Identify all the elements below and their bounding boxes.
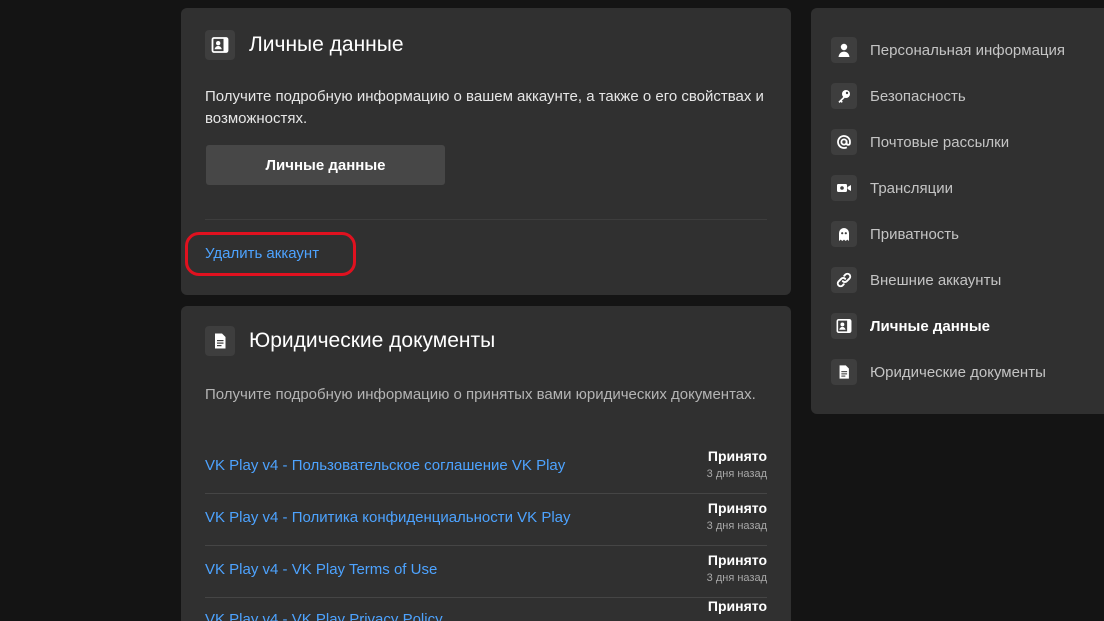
- document-link[interactable]: VK Play v4 - Пользовательское соглашение…: [205, 457, 565, 474]
- contact-card-icon: [831, 313, 857, 339]
- sidebar-item-label: Внешние аккаунты: [870, 271, 1002, 289]
- legal-documents-description: Получите подробную информацию о принятых…: [205, 386, 756, 403]
- status-label: Принято: [707, 598, 767, 614]
- document-row: VK Play v4 - VK Play Privacy Policy Прин…: [205, 598, 767, 621]
- sidebar-item-label: Личные данные: [870, 317, 990, 335]
- sidebar-item-personal-info[interactable]: Персональная информация: [831, 35, 1065, 65]
- personal-data-header: Личные данные: [205, 30, 404, 60]
- divider: [205, 219, 767, 220]
- key-icon: [831, 83, 857, 109]
- legal-documents-card: Юридические документы Получите подробную…: [181, 306, 791, 621]
- sidebar-item-streams[interactable]: Трансляции: [831, 173, 953, 203]
- document-status: Принято 3 дня назад: [707, 448, 767, 483]
- sidebar-item-label: Почтовые рассылки: [870, 133, 1010, 151]
- personal-data-description: Получите подробную информацию о вашем ак…: [205, 88, 764, 127]
- sidebar-item-label: Приватность: [870, 225, 959, 243]
- document-status: Принято 3 дня назад: [707, 500, 767, 535]
- at-sign-icon: [831, 129, 857, 155]
- status-label: Принято: [707, 552, 767, 568]
- status-label: Принято: [707, 448, 767, 464]
- personal-data-card: Личные данные Получите подробную информа…: [181, 8, 791, 295]
- document-link[interactable]: VK Play v4 - VK Play Privacy Policy: [205, 611, 443, 621]
- sidebar-item-label: Безопасность: [870, 87, 966, 105]
- document-icon: [831, 359, 857, 385]
- page: Личные данные Получите подробную информа…: [0, 0, 1104, 621]
- sidebar-item-security[interactable]: Безопасность: [831, 81, 966, 111]
- sidebar-item-label: Персональная информация: [870, 41, 1066, 59]
- sidebar-item-personal-data[interactable]: Личные данные: [831, 311, 990, 341]
- sidebar-item-mailings[interactable]: Почтовые рассылки: [831, 127, 1009, 157]
- link-icon: [831, 267, 857, 293]
- person-icon: [831, 37, 857, 63]
- personal-data-title: Личные данные: [249, 33, 404, 56]
- status-time: 3 дня назад: [706, 572, 767, 584]
- sidebar-item-legal-documents[interactable]: Юридические документы: [831, 357, 1046, 387]
- ghost-icon: [831, 221, 857, 247]
- sidebar-item-external-accounts[interactable]: Внешние аккаунты: [831, 265, 1001, 295]
- legal-documents-header: Юридические документы: [205, 326, 495, 356]
- document-icon: [205, 326, 235, 356]
- sidebar-item-privacy[interactable]: Приватность: [831, 219, 959, 249]
- document-status: Принято: [708, 598, 767, 615]
- status-time: 3 дня назад: [706, 468, 767, 480]
- legal-documents-title: Юридические документы: [249, 329, 496, 352]
- document-link[interactable]: VK Play v4 - Политика конфиденциальности…: [205, 509, 571, 526]
- sidebar-item-label: Трансляции: [870, 179, 954, 197]
- status-time: 3 дня назад: [706, 520, 767, 532]
- document-link[interactable]: VK Play v4 - VK Play Terms of Use: [205, 561, 437, 578]
- document-row: VK Play v4 - Политика конфиденциальности…: [205, 494, 767, 546]
- video-camera-icon: [831, 175, 857, 201]
- contact-card-icon: [205, 30, 235, 60]
- sidebar-item-label: Юридические документы: [870, 363, 1046, 381]
- delete-account-link[interactable]: Удалить аккаунт: [205, 245, 319, 262]
- personal-data-button[interactable]: Личные данные: [206, 145, 445, 185]
- settings-sidebar: Персональная информация Безопасность Поч…: [811, 8, 1104, 414]
- document-status: Принято 3 дня назад: [707, 552, 767, 587]
- document-row: VK Play v4 - Пользовательское соглашение…: [205, 442, 767, 494]
- document-row: VK Play v4 - VK Play Terms of Use Принят…: [205, 546, 767, 598]
- status-label: Принято: [707, 500, 767, 516]
